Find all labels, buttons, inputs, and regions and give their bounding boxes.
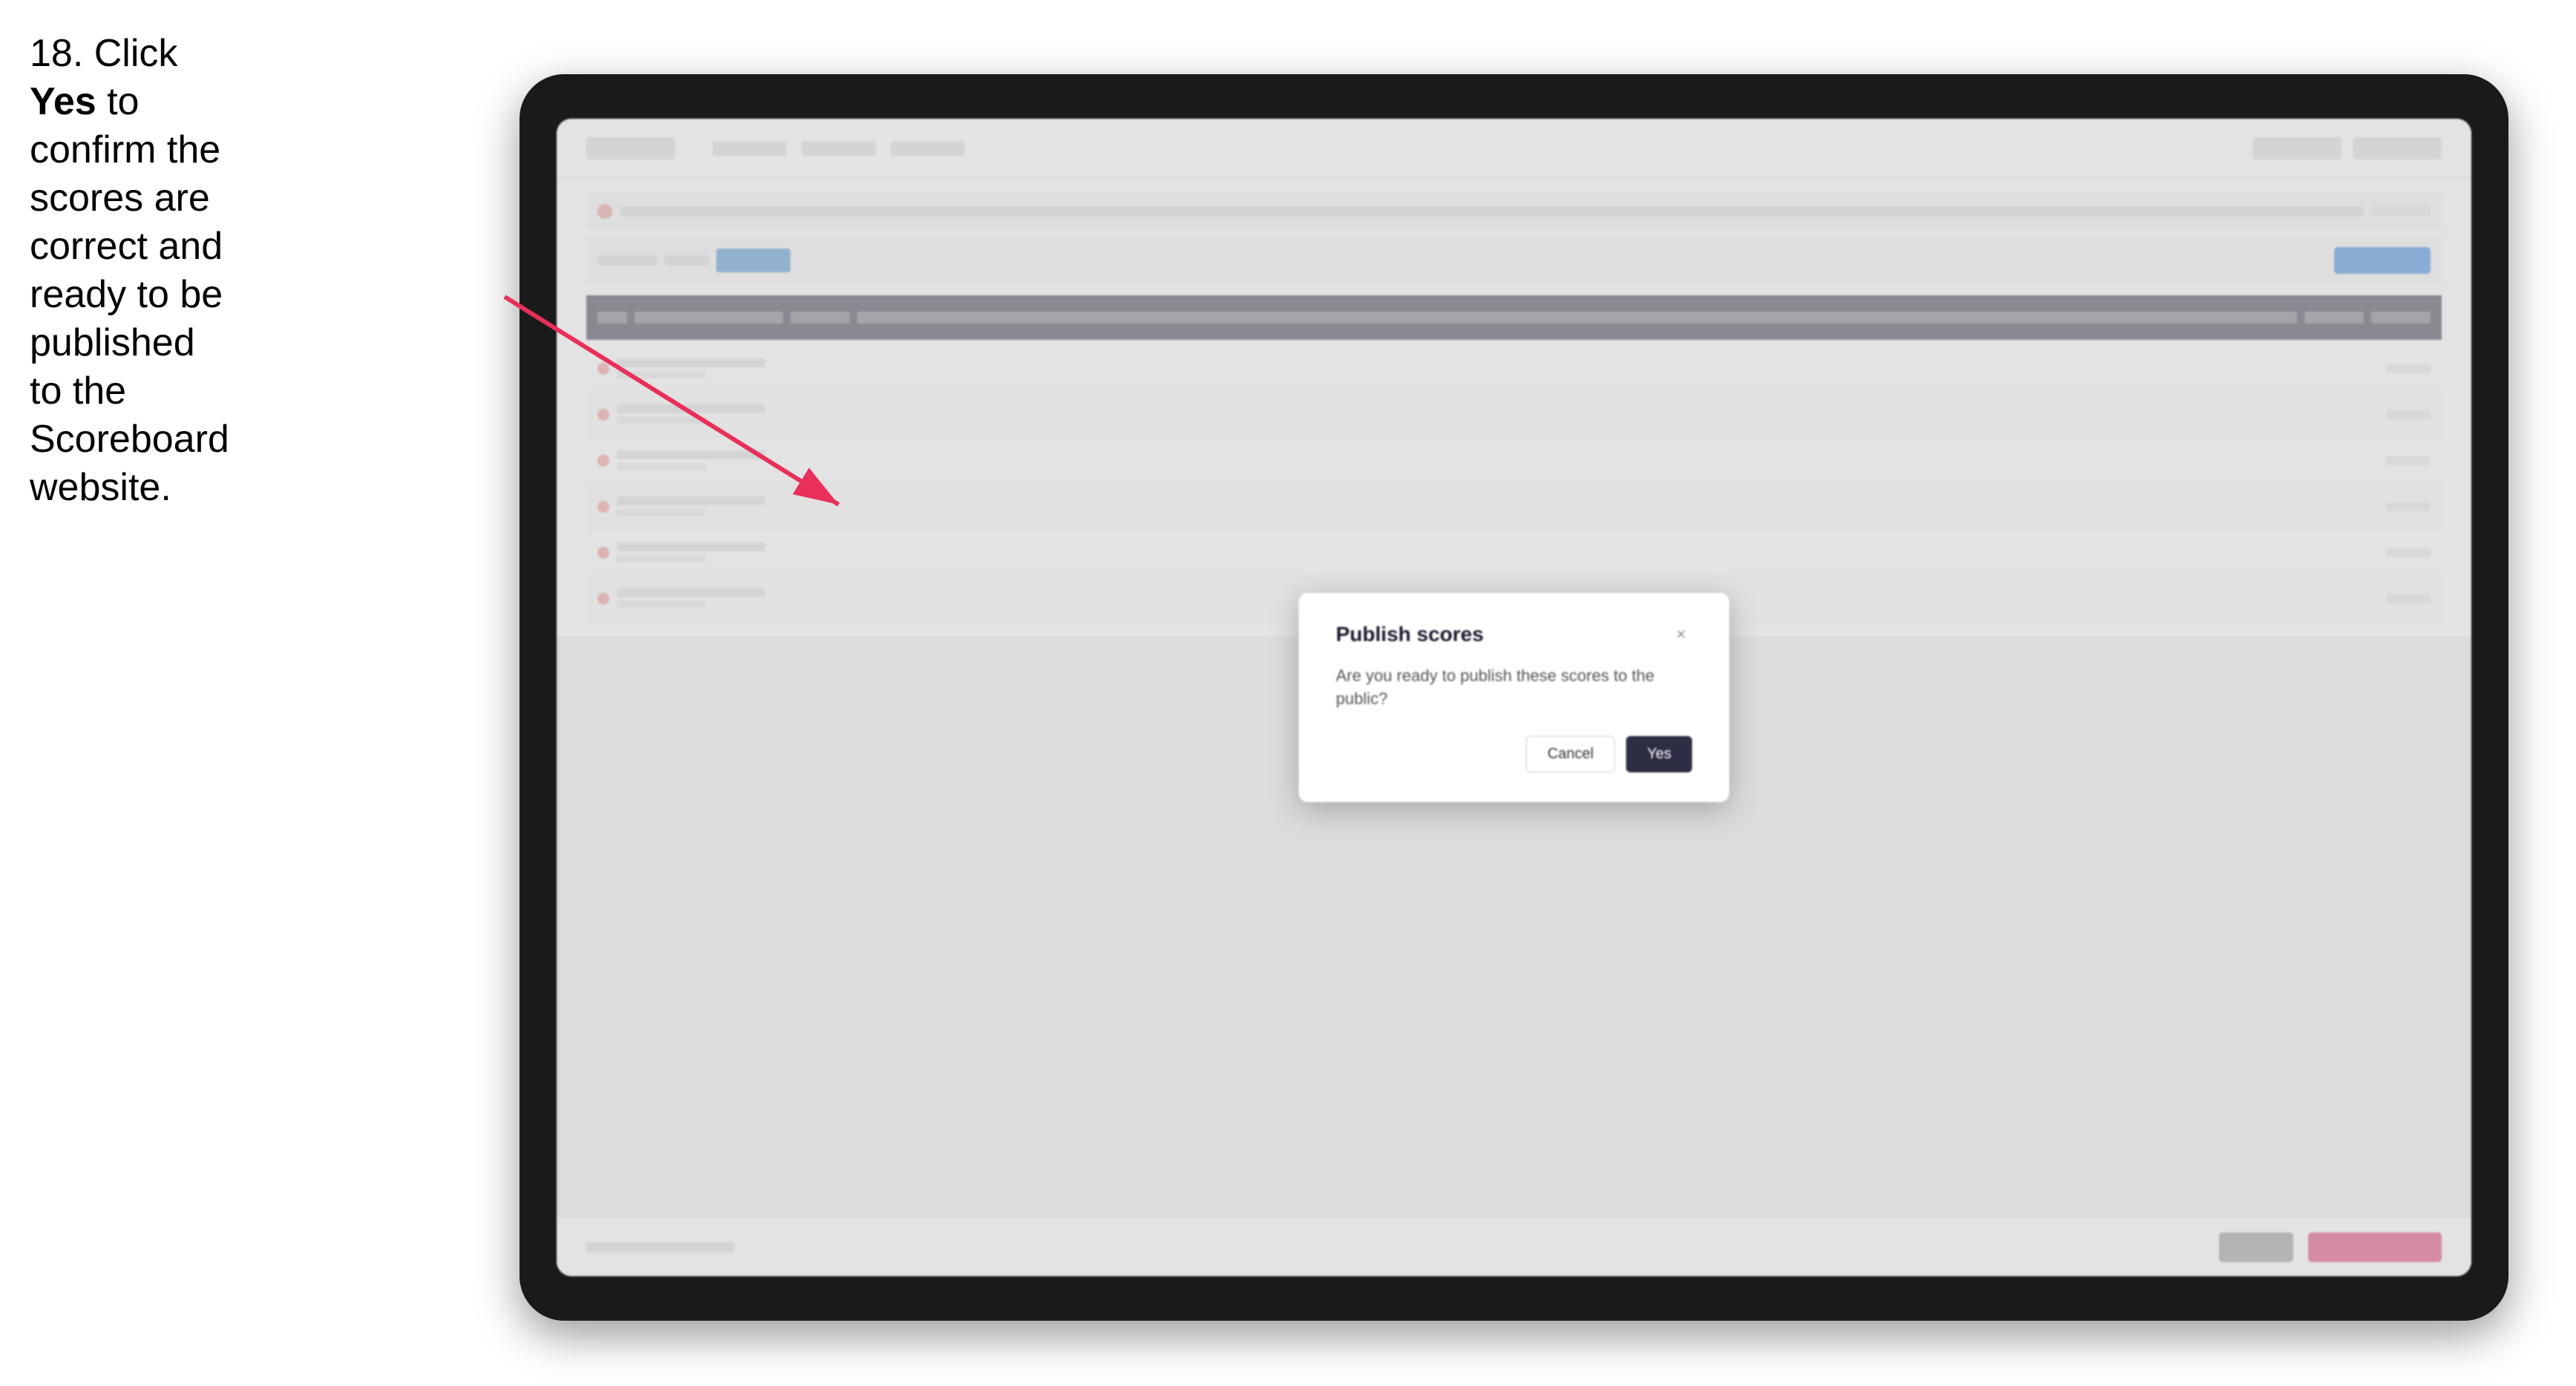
instruction-number: 18. [30,32,83,75]
instruction-text: 18. Click Yes to confirm the scores are … [30,30,237,512]
close-icon[interactable]: × [1670,623,1692,646]
tablet-device: Publish scores × Are you ready to publis… [520,74,2508,1321]
modal-overlay: Publish scores × Are you ready to publis… [557,119,2471,1276]
modal-header: Publish scores × [1336,623,1692,646]
instruction-rest: to confirm the scores are correct and re… [30,80,229,509]
modal-title: Publish scores [1336,623,1484,646]
tablet-screen: Publish scores × Are you ready to publis… [557,119,2471,1276]
modal-dialog: Publish scores × Are you ready to publis… [1299,593,1729,803]
modal-body: Are you ready to publish these scores to… [1336,665,1692,711]
instruction-bold: Yes [30,80,96,123]
modal-actions: Cancel Yes [1336,736,1692,772]
cancel-button[interactable]: Cancel [1526,736,1615,772]
instruction-plain: Click [83,32,177,75]
yes-button[interactable]: Yes [1626,736,1692,772]
